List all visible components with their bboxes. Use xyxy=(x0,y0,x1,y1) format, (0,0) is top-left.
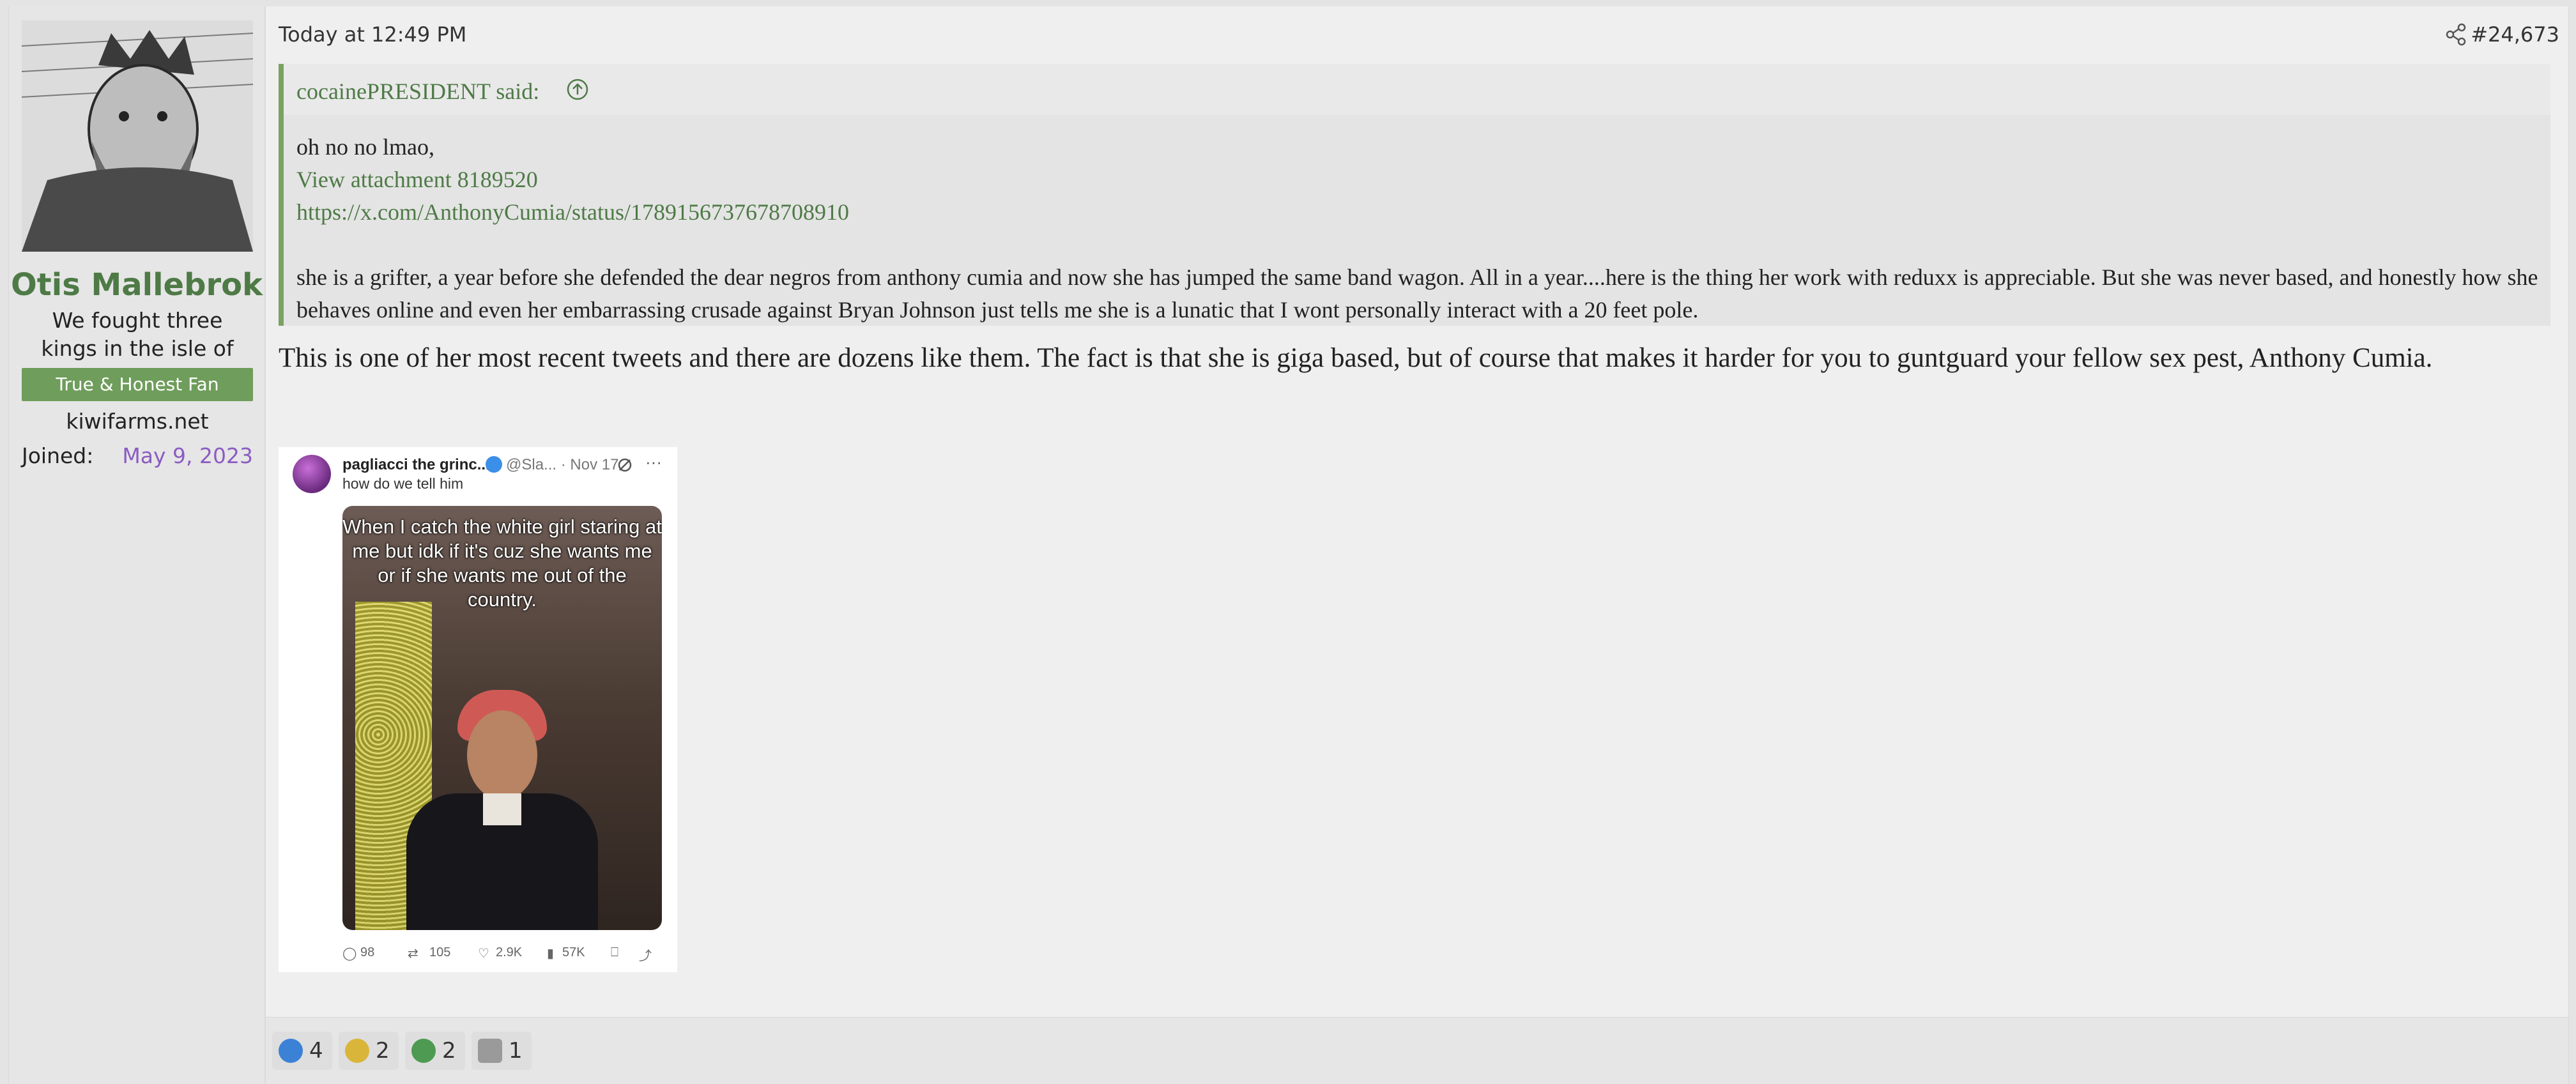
reaction-count: 1 xyxy=(509,1038,523,1064)
post-number[interactable]: #24,673 xyxy=(2471,22,2559,47)
joined-date: May 9, 2023 xyxy=(122,443,253,468)
user-avatar[interactable] xyxy=(22,20,253,252)
tweet-text: how do we tell him xyxy=(342,475,464,492)
quote-paragraph: she is a grifter, a year before she defe… xyxy=(296,264,2538,323)
post-body: This is one of her most recent tweets an… xyxy=(279,343,2433,373)
username[interactable]: Otis Mallebrok xyxy=(9,267,264,303)
more-icon: ··· xyxy=(645,452,662,471)
thumbs-up-icon xyxy=(279,1039,303,1063)
reply-icon: ◯ xyxy=(342,947,357,961)
reaction-count: 2 xyxy=(442,1038,456,1064)
repost-count: 105 xyxy=(429,945,451,959)
views-icon: ▮ xyxy=(547,947,555,961)
reaction-count: 2 xyxy=(376,1038,390,1064)
reaction-medal[interactable]: 2 xyxy=(339,1032,399,1070)
tweet-avatar xyxy=(293,455,331,493)
attachment-link[interactable]: View attachment 8189520 xyxy=(296,164,2542,196)
reaction-check[interactable]: 2 xyxy=(405,1032,465,1070)
user-sidebar: Otis Mallebrok We fought three kings in … xyxy=(9,6,266,1083)
medal-icon xyxy=(345,1039,369,1063)
reaction-trash-can[interactable]: 1 xyxy=(471,1032,532,1070)
user-site: kiwifarms.net xyxy=(66,409,209,434)
share-tweet-icon: ⤴ xyxy=(639,949,652,963)
trash-can-icon xyxy=(478,1039,502,1063)
reaction-thumbs-up[interactable]: 4 xyxy=(272,1032,332,1070)
verified-badge-icon xyxy=(486,456,502,473)
user-banner: True & Honest Fan xyxy=(22,368,253,401)
joined-label: Joined: xyxy=(22,443,94,468)
grok-icon xyxy=(618,458,632,472)
like-icon: ♡ xyxy=(478,947,489,961)
tweet-handle: @Sla... · Nov 17 xyxy=(506,456,619,473)
tweet-display-name: pagliacci the grinc... xyxy=(342,456,490,473)
reactions-bar: 4 2 2 1 xyxy=(266,1017,2568,1084)
quote-block: cocainePRESIDENT said: oh no no lmao, Vi… xyxy=(279,64,2550,326)
post-date[interactable]: Today at 12:49 PM xyxy=(279,22,466,47)
check-icon xyxy=(411,1039,436,1063)
url-link[interactable]: https://x.com/AnthonyCumia/status/178915… xyxy=(296,196,2542,229)
attachment-image[interactable]: pagliacci the grinc... @Sla... · Nov 17 … xyxy=(279,447,677,972)
tweet-photo: When I catch the white girl staring at m… xyxy=(342,506,662,930)
quote-header: cocainePRESIDENT said: xyxy=(284,64,2550,115)
post-main: Today at 12:49 PM #24,673 cocainePRESIDE… xyxy=(266,6,2568,1083)
reaction-count: 4 xyxy=(309,1038,323,1064)
quote-author[interactable]: cocainePRESIDENT said: xyxy=(296,78,539,105)
jump-to-quote-icon[interactable] xyxy=(565,77,590,102)
share-icon[interactable] xyxy=(2444,22,2469,47)
bookmark-icon: ⎕ xyxy=(611,945,618,959)
reply-count: 98 xyxy=(360,945,375,959)
repost-icon: ⇄ xyxy=(408,947,418,961)
quote-body: oh no no lmao, View attachment 8189520 h… xyxy=(296,131,2542,326)
tweet-actions: ◯ 98 ⇄ 105 ♡ 2.9K ▮ 57K ⎕ ⤴ xyxy=(342,945,664,965)
quote-line: oh no no lmao, xyxy=(296,134,434,160)
view-count: 57K xyxy=(562,945,585,959)
like-count: 2.9K xyxy=(496,945,523,959)
tweet-photo-caption: When I catch the white girl staring at m… xyxy=(342,515,662,611)
post-container: Otis Mallebrok We fought three kings in … xyxy=(8,6,2569,1084)
